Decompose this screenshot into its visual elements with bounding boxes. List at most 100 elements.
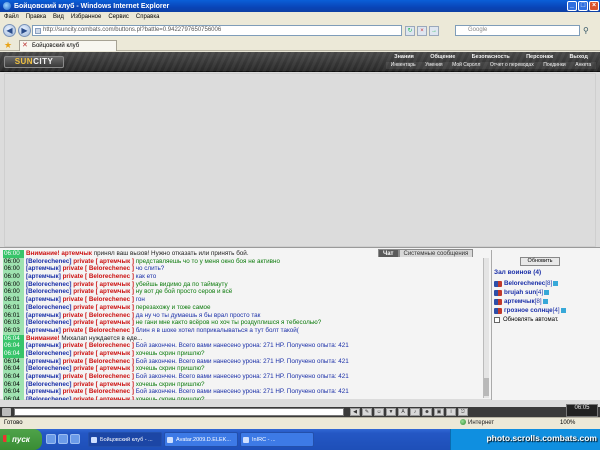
task-inirc[interactable]: InIRC - ... xyxy=(240,432,314,447)
message-time[interactable]: 06:00 xyxy=(3,273,24,281)
message-author[interactable]: [артемчык] xyxy=(26,273,61,280)
message-time[interactable]: 06:03 xyxy=(3,319,24,327)
player-info-icon[interactable] xyxy=(553,281,559,286)
nav-transfers[interactable]: Отчет о переводах xyxy=(489,62,535,69)
player-entry[interactable]: грозное солнце [4] xyxy=(494,306,599,315)
message-author[interactable]: [артемчык] xyxy=(26,312,61,319)
private-tag[interactable]: private xyxy=(63,265,84,272)
player-name[interactable]: артемчык xyxy=(504,297,535,306)
message-recipient[interactable]: [ артемчык ] xyxy=(96,288,134,295)
sound-icon[interactable]: ♪ xyxy=(410,408,420,416)
nav-inventory[interactable]: Инвентарь xyxy=(390,62,417,69)
private-tag[interactable]: private xyxy=(63,358,84,365)
message-author[interactable]: [артемчык] xyxy=(26,265,61,272)
stop-icon[interactable]: × xyxy=(417,26,427,36)
private-tag[interactable]: private xyxy=(73,396,94,400)
message-time[interactable]: 06:04 xyxy=(3,396,24,400)
message-author[interactable]: [Belorechenec] xyxy=(26,396,72,400)
system-notice[interactable]: Внимание! xyxy=(26,250,60,257)
message-author[interactable]: [артемчык] xyxy=(26,342,61,349)
message-author[interactable]: [артемчык] xyxy=(26,327,61,334)
chat-scroll-thumb[interactable] xyxy=(484,378,489,396)
refresh-icon[interactable]: ↻ xyxy=(405,26,415,36)
player-name[interactable]: brujah sun xyxy=(504,288,536,297)
filter-icon[interactable]: ▼ xyxy=(386,408,396,416)
message-time[interactable]: 06:03 xyxy=(3,326,24,335)
private-tag[interactable]: private xyxy=(63,373,84,380)
message-recipient[interactable]: [ Belorechenec ] xyxy=(85,373,134,380)
quick-launch-desktop-icon[interactable] xyxy=(46,434,56,444)
message-time[interactable]: 06:00 xyxy=(3,280,24,289)
nav-my-scroll[interactable]: Мой Скролл xyxy=(451,62,481,69)
message-recipient[interactable]: [ артемчык ] xyxy=(96,350,134,357)
private-tag[interactable]: private xyxy=(73,281,94,288)
player-name[interactable]: Belorechenec xyxy=(504,279,545,288)
message-recipient[interactable]: [ Belorechenec ] xyxy=(85,296,134,303)
message-time[interactable]: 06:04 xyxy=(3,365,24,373)
private-tag[interactable]: private xyxy=(63,273,84,280)
private-tag[interactable]: private xyxy=(63,312,84,319)
info-icon[interactable]: i xyxy=(446,408,456,416)
message-time[interactable]: 06:00 xyxy=(3,257,24,266)
message-time[interactable]: 06:00 xyxy=(3,288,24,297)
send-icon[interactable]: ◀ xyxy=(350,408,360,416)
private-tag[interactable]: private xyxy=(63,388,84,395)
nav-profile[interactable]: Анкета xyxy=(574,62,592,69)
private-tag[interactable]: private xyxy=(73,350,94,357)
message-recipient[interactable]: [ артемчык ] xyxy=(96,365,134,372)
menu-file[interactable]: Файл xyxy=(4,14,19,20)
message-author[interactable]: [артемчык] xyxy=(26,358,61,365)
player-name[interactable]: грозное солнце xyxy=(504,306,553,315)
private-tag[interactable]: private xyxy=(73,304,94,311)
close-button[interactable]: × xyxy=(589,1,599,11)
favorites-star-icon[interactable]: ★ xyxy=(4,40,12,51)
tab-close-icon[interactable]: ✕ xyxy=(22,41,28,51)
private-tag[interactable]: private xyxy=(73,381,94,388)
player-info-icon[interactable] xyxy=(560,308,566,313)
player-info-icon[interactable] xyxy=(544,290,550,295)
nav-communication[interactable]: Общение xyxy=(429,54,456,61)
nav-knowledge[interactable]: Знания xyxy=(393,54,415,61)
chat-scrollbar[interactable] xyxy=(483,258,489,398)
player-entry[interactable]: Belorechenec [8] xyxy=(494,279,599,288)
message-recipient[interactable]: [ Belorechenec ] xyxy=(85,273,134,280)
url-field[interactable]: http://suncity.combats.com/buttons.pl?ba… xyxy=(32,25,402,36)
refresh-button[interactable]: Обновить xyxy=(520,257,560,266)
nav-exit[interactable]: Выход xyxy=(568,54,588,61)
message-time[interactable]: 06:04 xyxy=(3,342,24,350)
message-author[interactable]: [Belorechenec] xyxy=(26,258,72,265)
player-info-icon[interactable] xyxy=(542,299,548,304)
message-time[interactable]: 06:04 xyxy=(3,334,24,343)
nav-battles[interactable]: Поединки xyxy=(542,62,567,69)
menu-view[interactable]: Вид xyxy=(53,14,64,20)
message-recipient[interactable]: [ Belorechenec ] xyxy=(85,265,134,272)
private-tag[interactable]: private xyxy=(63,327,84,334)
message-author[interactable]: [Belorechenec] xyxy=(26,304,72,311)
private-tag[interactable]: private xyxy=(73,365,94,372)
message-time[interactable]: 06:01 xyxy=(3,296,24,304)
message-author[interactable]: [Belorechenec] xyxy=(26,350,72,357)
quick-launch-media-icon[interactable] xyxy=(70,434,80,444)
menu-tools[interactable]: Сервис xyxy=(108,14,129,20)
chat-settings-icon[interactable] xyxy=(2,408,11,416)
minimize-button[interactable]: _ xyxy=(567,1,577,11)
forward-button[interactable]: ▶ xyxy=(18,24,31,37)
task-avatar[interactable]: Avatar.2009.D.ELEK... xyxy=(164,432,238,447)
system-notice[interactable]: Внимание! xyxy=(26,335,60,342)
translit-icon[interactable]: A xyxy=(398,408,408,416)
nav-security[interactable]: Безопасность xyxy=(471,54,511,61)
maximize-button[interactable]: □ xyxy=(578,1,588,11)
message-author[interactable]: [Belorechenec] xyxy=(26,288,72,295)
message-recipient[interactable]: [ артемчык ] xyxy=(96,319,134,326)
message-time[interactable]: 06:00 xyxy=(3,250,24,258)
message-recipient[interactable]: [ Belorechenec ] xyxy=(85,388,134,395)
player-entry[interactable]: артемчык [8] xyxy=(494,297,599,306)
menu-favorites[interactable]: Избранное xyxy=(71,14,101,20)
message-recipient[interactable]: [ Belorechenec ] xyxy=(85,358,134,365)
start-button[interactable]: пуск xyxy=(0,429,42,450)
private-tag[interactable]: private xyxy=(73,319,94,326)
private-tag[interactable]: private xyxy=(73,288,94,295)
quick-launch-ie-icon[interactable] xyxy=(58,434,68,444)
message-time[interactable]: 06:01 xyxy=(3,303,24,312)
message-time[interactable]: 06:04 xyxy=(3,373,24,381)
